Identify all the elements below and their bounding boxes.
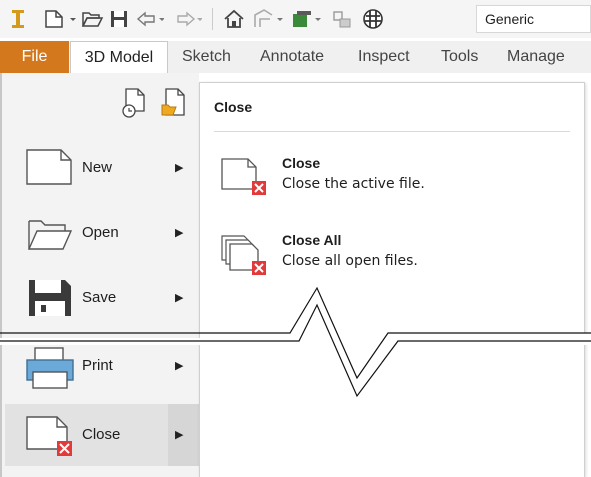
close-all-documents-icon	[220, 234, 268, 282]
tab-tools[interactable]: Tools	[441, 41, 478, 73]
file-menu-item-label: New	[82, 159, 113, 176]
flyout-item-title: Close All	[282, 232, 342, 248]
recent-files-toolbar	[120, 85, 192, 121]
file-menu-item-print[interactable]: Print ▶	[5, 335, 199, 397]
quick-access-toolbar: Generic	[0, 0, 591, 38]
app-logo-icon[interactable]	[8, 6, 28, 32]
visibility-icon[interactable]	[290, 6, 324, 32]
tab-inspect[interactable]: Inspect	[358, 41, 410, 73]
submenu-arrow-zone[interactable]	[168, 404, 199, 466]
submenu-arrow-icon: ▶	[175, 226, 184, 239]
material-select[interactable]: Generic	[476, 5, 591, 33]
tab-file[interactable]: File	[0, 41, 69, 73]
ribbon-tab-bar: File 3D Model Sketch Annotate Inspect To…	[0, 41, 591, 73]
submenu-arrow-icon: ▶	[175, 291, 184, 304]
new-file-icon[interactable]	[42, 6, 66, 32]
tab-manage[interactable]: Manage	[507, 41, 565, 73]
home-view-icon[interactable]	[252, 6, 286, 32]
submenu-arrow-icon: ▶	[175, 428, 184, 441]
file-menu-item-label: Open	[82, 224, 119, 241]
flyout-item-close-all[interactable]: Close All Close all open files.	[220, 230, 560, 280]
new-dropdown-chevron-icon[interactable]	[68, 6, 78, 32]
recent-documents-icon[interactable]	[120, 85, 150, 123]
save-icon[interactable]	[108, 6, 130, 32]
flyout-item-description: Close all open files.	[282, 253, 418, 269]
flyout-item-close[interactable]: Close Close the active file.	[220, 153, 560, 203]
undo-icon[interactable]	[134, 6, 164, 32]
appearance-icon[interactable]	[330, 6, 356, 32]
new-document-icon	[25, 148, 75, 192]
close-document-icon	[220, 157, 268, 203]
file-menu-item-close[interactable]: Close ▶	[5, 404, 199, 466]
toolbar-separator	[212, 8, 213, 30]
open-folder-icon[interactable]	[80, 6, 104, 32]
material-icon[interactable]	[360, 6, 386, 32]
file-menu-item-open[interactable]: Open ▶	[5, 202, 199, 264]
flyout-divider	[214, 131, 570, 132]
open-folder-icon	[25, 213, 75, 257]
submenu-arrow-icon: ▶	[175, 359, 184, 372]
open-recent-icon[interactable]	[158, 85, 188, 123]
file-menu-item-label: Save	[82, 289, 117, 306]
tab-annotate[interactable]: Annotate	[260, 41, 324, 73]
printer-icon	[25, 346, 75, 394]
redo-icon[interactable]	[172, 6, 202, 32]
close-document-icon	[25, 415, 77, 463]
flyout-item-title: Close	[282, 155, 321, 171]
flyout-title: Close	[214, 99, 253, 115]
file-menu: New ▶ Open ▶ Save ▶ Print ▶ Close ▶	[0, 73, 199, 477]
file-menu-item-save[interactable]: Save ▶	[5, 267, 199, 329]
submenu-arrow-icon: ▶	[175, 161, 184, 174]
file-menu-item-new[interactable]: New ▶	[5, 137, 199, 199]
tab-sketch[interactable]: Sketch	[182, 41, 231, 73]
flyout-item-description: Close the active file.	[282, 176, 425, 192]
file-menu-item-label: Print	[82, 357, 113, 374]
close-flyout-panel: Close Close Close the active file. Close…	[199, 82, 585, 477]
floppy-disk-icon	[25, 278, 75, 322]
home-icon[interactable]	[222, 6, 246, 32]
tab-3d-model[interactable]: 3D Model	[70, 41, 168, 73]
file-menu-item-label: Close	[82, 426, 121, 443]
